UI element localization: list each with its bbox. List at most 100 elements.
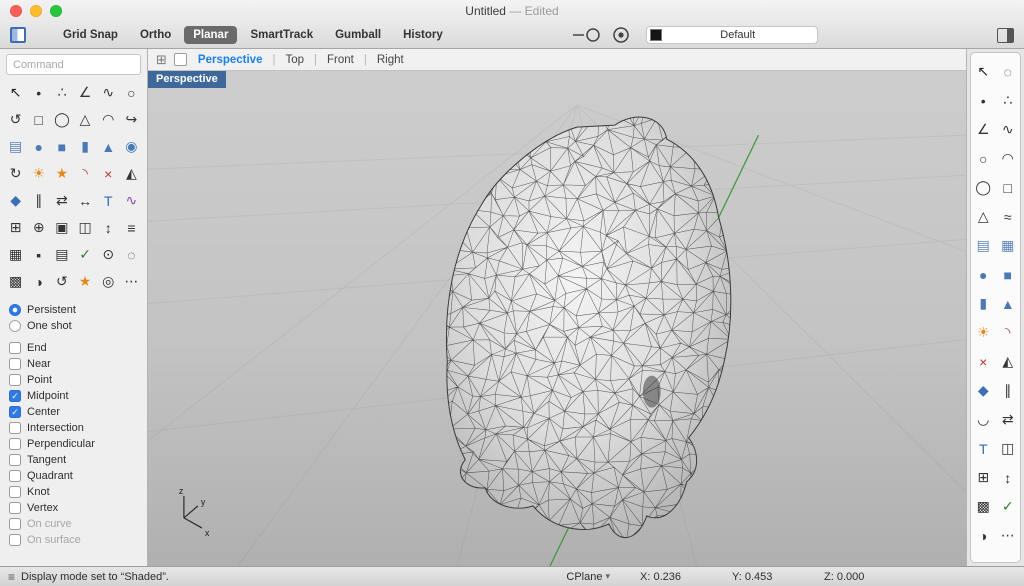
osnap-checkbox-intersection[interactable]: Intersection [9,420,138,436]
command-input[interactable] [6,54,141,75]
pointer-icon[interactable]: ↖ [4,79,27,106]
osnap-checkbox-center[interactable]: ✓ Center [9,404,138,420]
check-icon[interactable]: ✓ [996,492,1021,521]
text-icon[interactable]: T [97,187,120,214]
mirror-icon[interactable]: ◫ [73,214,96,241]
spark2-icon[interactable]: ★ [73,268,96,295]
hide-icon[interactable]: ◌ [120,241,143,268]
more-icon[interactable]: ⋯ [120,268,143,295]
rectangle-icon[interactable]: □ [996,173,1021,202]
tube-icon[interactable]: ◉ [120,133,143,160]
zoom-icon[interactable]: ⊙ [97,241,120,268]
search-icon[interactable]: ◎ [97,268,120,295]
fillet-icon[interactable]: ◝ [996,318,1021,347]
tab-right[interactable]: Right [377,54,404,66]
box-icon[interactable]: ■ [50,133,73,160]
explode-icon[interactable]: ★ [50,160,73,187]
polygon-icon[interactable]: △ [73,106,96,133]
move-icon[interactable]: ↕ [996,463,1021,492]
osnap-radio-persistent[interactable]: Persistent [9,302,138,318]
align-icon[interactable]: ≡ [120,214,143,241]
shade-icon[interactable]: ◑ [971,521,996,550]
sphere-icon[interactable]: ● [27,133,50,160]
toolbar-button-grid-snap[interactable]: Grid Snap [54,26,127,44]
zoom-button[interactable] [50,5,62,17]
polygon-icon[interactable]: △ [971,202,996,231]
tab-perspective[interactable]: Perspective [198,54,263,66]
swap-icon[interactable]: ⇄ [996,405,1021,434]
cone-icon[interactable]: ▲ [97,133,120,160]
cylinder-icon[interactable]: ▮ [971,289,996,318]
pointer-icon[interactable]: ↖ [971,57,996,86]
ellipse-icon[interactable]: ◯ [971,173,996,202]
revolve-icon[interactable]: ↻ [4,160,27,187]
polyline-icon[interactable]: ∠ [971,115,996,144]
mesh-model[interactable] [431,97,763,566]
point-icon[interactable]: • [971,86,996,115]
viewport-maximize-icon[interactable] [173,53,187,66]
toolbar-button-history[interactable]: History [394,26,452,44]
polar-array-icon[interactable]: ⊕ [27,214,50,241]
point-icon[interactable]: • [27,79,50,106]
osnap-checkbox-vertex[interactable]: Vertex [9,500,138,516]
toolbar-button-ortho[interactable]: Ortho [131,26,180,44]
scale-icon[interactable]: ↔ [73,187,96,214]
freeform-icon[interactable]: ≈ [996,202,1021,231]
orbit-icon[interactable]: ↺ [4,106,27,133]
split-icon[interactable]: ◭ [996,347,1021,376]
osnap-checkbox-end[interactable]: End [9,340,138,356]
rectangle-icon[interactable]: □ [27,106,50,133]
toolbar-button-smarttrack[interactable]: SmartTrack [241,26,322,44]
osnap-checkbox-perpendicular[interactable]: Perpendicular [9,436,138,452]
osnap-radio-one-shot[interactable]: One shot [9,318,138,334]
perspective-viewport[interactable]: Perspective z y x [148,71,966,566]
points-icon[interactable]: ∴ [996,86,1021,115]
tab-front[interactable]: Front [327,54,354,66]
spark-icon[interactable]: ☀ [971,318,996,347]
offset-icon[interactable]: ∥ [27,187,50,214]
sidebar-toggle-icon[interactable] [997,27,1014,43]
array-icon[interactable]: ⊞ [4,214,27,241]
surface-icon[interactable]: ▤ [971,231,996,260]
trim-icon[interactable]: × [971,347,996,376]
polyline-icon[interactable]: ∠ [73,79,96,106]
blend-icon[interactable]: ◡ [971,405,996,434]
split-icon[interactable]: ◭ [120,160,143,187]
rhino-logo-icon[interactable] [10,27,26,43]
osnap-checkbox-knot[interactable]: Knot [9,484,138,500]
osnap-checkbox-near[interactable]: Near [9,356,138,372]
toolbar-button-gumball[interactable]: Gumball [326,26,390,44]
mirror-icon[interactable]: ◫ [996,434,1021,463]
viewport-layout-icon[interactable]: ⊞ [156,53,167,66]
layer-selector[interactable]: Default [645,26,818,44]
lock-icon[interactable]: ▪ [27,241,50,268]
loft-icon[interactable]: ▦ [996,231,1021,260]
ellipse-icon[interactable]: ◯ [50,106,73,133]
layers-icon[interactable]: ▤ [50,241,73,268]
osnap-checkbox-point[interactable]: Point [9,372,138,388]
osnap-checkbox-on-surface[interactable]: On surface [9,532,138,548]
points-icon[interactable]: ∴ [50,79,73,106]
circle-icon[interactable]: ○ [971,144,996,173]
lasso-icon[interactable]: ◌ [996,57,1021,86]
check-icon[interactable]: ✓ [73,241,96,268]
group-icon[interactable]: ▦ [4,241,27,268]
droplet-icon[interactable]: ◆ [4,187,27,214]
osnap-checkbox-quadrant[interactable]: Quadrant [9,468,138,484]
swap-icon[interactable]: ⇄ [50,187,73,214]
arc-icon[interactable]: ◠ [996,144,1021,173]
curve-icon[interactable]: ∿ [996,115,1021,144]
record-history-icon[interactable] [612,26,630,44]
shade-icon[interactable]: ◑ [27,268,50,295]
spin-icon[interactable]: ↺ [50,268,73,295]
flow-icon[interactable]: ∿ [120,187,143,214]
osnap-checkbox-midpoint[interactable]: ✓ Midpoint [9,388,138,404]
viewport-canvas[interactable]: z y x [148,71,966,566]
sphere-icon[interactable]: ● [971,260,996,289]
osnap-checkbox-tangent[interactable]: Tangent [9,452,138,468]
cylinder-icon[interactable]: ▮ [73,133,96,160]
surface-icon[interactable]: ▤ [4,133,27,160]
extend-icon[interactable]: ↪ [120,106,143,133]
circle-icon[interactable]: ○ [120,79,143,106]
viewport-title-badge[interactable]: Perspective [148,71,226,88]
